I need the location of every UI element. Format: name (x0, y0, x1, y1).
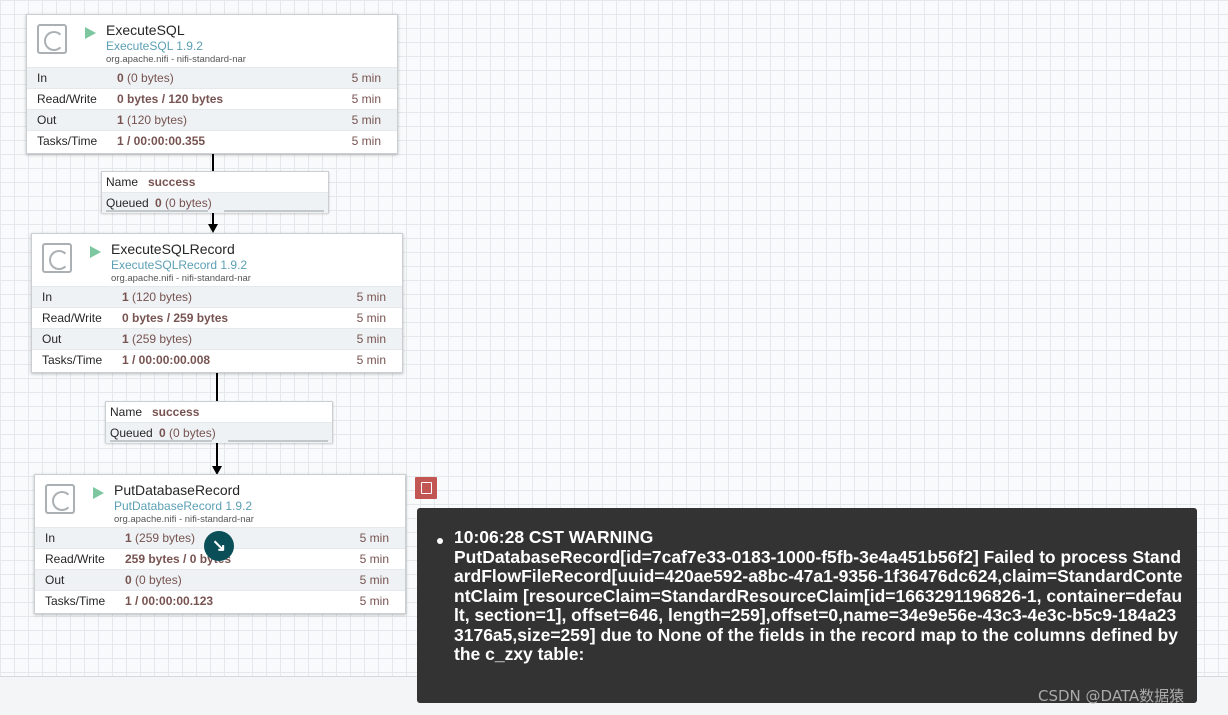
stat-row-tasks: Tasks/Time 1 / 00:00:00.123 5 min (35, 590, 405, 611)
stat-time: 5 min (359, 552, 389, 566)
run-icon (90, 246, 101, 258)
stat-value: 0 bytes / 259 bytes (122, 311, 229, 325)
connection-name-row: Name success (106, 402, 332, 422)
cursor-icon: ↘ (204, 531, 234, 561)
stat-label: In (45, 531, 56, 545)
stat-time: 5 min (351, 92, 381, 106)
stat-time: 5 min (356, 353, 386, 367)
stat-row-in: In 1 (120 bytes) 5 min (32, 286, 402, 307)
connection-queued-row: Queued 0 (0 bytes) (106, 422, 332, 443)
connection-name-key: Name (106, 175, 139, 189)
queue-bar (106, 210, 208, 212)
stat-row-tasks: Tasks/Time 1 / 00:00:00.008 5 min (32, 349, 402, 370)
stat-label: Tasks/Time (37, 134, 98, 148)
run-icon (93, 487, 104, 499)
connection-name-row: Name success (102, 172, 328, 192)
stat-time: 5 min (351, 71, 381, 85)
stat-label: Read/Write (45, 552, 105, 566)
connection-queued-value: 0 (0 bytes) (159, 426, 216, 440)
stat-label: Tasks/Time (42, 353, 103, 367)
stat-row-in: In 0 (0 bytes) 5 min (27, 67, 397, 88)
bulletin-message: PutDatabaseRecord[id=7caf7e33-0183-1000-… (454, 546, 1183, 664)
processor-icon (45, 484, 75, 514)
processor-executesqlrecord[interactable]: ExecuteSQLRecord ExecuteSQLRecord 1.9.2 … (31, 233, 403, 373)
connection-queued-value: 0 (0 bytes) (155, 196, 212, 210)
stat-row-tasks: Tasks/Time 1 / 00:00:00.355 5 min (27, 130, 397, 151)
stat-time: 5 min (359, 594, 389, 608)
stat-row-readwrite: Read/Write 0 bytes / 259 bytes 5 min (32, 307, 402, 328)
bulletin-tooltip: 10:06:28 CST WARNING PutDatabaseRecord[i… (417, 508, 1197, 703)
stat-value: 1 / 00:00:00.008 (122, 353, 211, 367)
stat-label: Out (37, 113, 57, 127)
stat-label: Out (45, 573, 65, 587)
queue-bar (110, 440, 212, 442)
processor-type: ExecuteSQL 1.9.2 (106, 39, 203, 53)
connection-name-key: Name (110, 405, 143, 419)
stat-label: In (37, 71, 48, 85)
connection-name-value: success (152, 405, 200, 419)
processor-name: PutDatabaseRecord (114, 482, 241, 498)
processor-icon (42, 243, 72, 273)
stat-label: Read/Write (42, 311, 102, 325)
stat-time: 5 min (359, 531, 389, 545)
connection-queued-key: Queued (106, 196, 149, 210)
watermark: CSDN @DATA数据猿 (1038, 687, 1185, 705)
run-icon (85, 27, 96, 39)
stat-value: 0 bytes / 120 bytes (117, 92, 224, 106)
stat-value: 1 (120 bytes) (122, 290, 193, 304)
queue-bar (228, 440, 328, 442)
processor-icon (37, 24, 67, 54)
stat-value: 1 (120 bytes) (117, 113, 188, 127)
stat-label: In (42, 290, 53, 304)
stat-label: Read/Write (37, 92, 97, 106)
stat-row-readwrite: Read/Write 0 bytes / 120 bytes 5 min (27, 88, 397, 109)
stat-value: 0 (0 bytes) (125, 573, 182, 587)
stat-time: 5 min (351, 134, 381, 148)
stat-time: 5 min (359, 573, 389, 587)
connection-queued-row: Queued 0 (0 bytes) (102, 192, 328, 213)
processor-type: ExecuteSQLRecord 1.9.2 (111, 258, 248, 272)
processor-name: ExecuteSQLRecord (111, 241, 235, 257)
processor-executesql[interactable]: ExecuteSQL ExecuteSQL 1.9.2 org.apache.n… (26, 14, 398, 154)
stat-value: 1 (259 bytes) (125, 531, 196, 545)
queue-bar (224, 210, 324, 212)
connection-label-1[interactable]: Name success Queued 0 (0 bytes) (101, 171, 329, 213)
processor-type: PutDatabaseRecord 1.9.2 (114, 499, 253, 513)
stat-label: Out (42, 332, 62, 346)
stat-value: 1 (259 bytes) (122, 332, 193, 346)
stat-value: 1 / 00:00:00.123 (125, 594, 214, 608)
stat-time: 5 min (356, 311, 386, 325)
processor-name: ExecuteSQL (106, 22, 185, 38)
processor-bundle: org.apache.nifi - nifi-standard-nar (111, 273, 251, 284)
stat-value: 0 (0 bytes) (117, 71, 174, 85)
connection-name-value: success (148, 175, 196, 189)
stat-value: 1 / 00:00:00.355 (117, 134, 206, 148)
processor-bundle: org.apache.nifi - nifi-standard-nar (106, 54, 246, 65)
bulletin-icon[interactable] (415, 477, 437, 499)
stat-row-out: Out 1 (120 bytes) 5 min (27, 109, 397, 130)
arrow-head-icon (208, 224, 218, 233)
bullet-icon (437, 538, 443, 544)
connection-label-2[interactable]: Name success Queued 0 (0 bytes) (105, 401, 333, 443)
stat-row-out: Out 1 (259 bytes) 5 min (32, 328, 402, 349)
connection-queued-key: Queued (110, 426, 153, 440)
stat-label: Tasks/Time (45, 594, 106, 608)
stat-row-out: Out 0 (0 bytes) 5 min (35, 569, 405, 590)
bulletin-header: 10:06:28 CST WARNING (454, 527, 654, 547)
processor-bundle: org.apache.nifi - nifi-standard-nar (114, 514, 254, 525)
stat-time: 5 min (356, 290, 386, 304)
stat-time: 5 min (351, 113, 381, 127)
stat-time: 5 min (356, 332, 386, 346)
